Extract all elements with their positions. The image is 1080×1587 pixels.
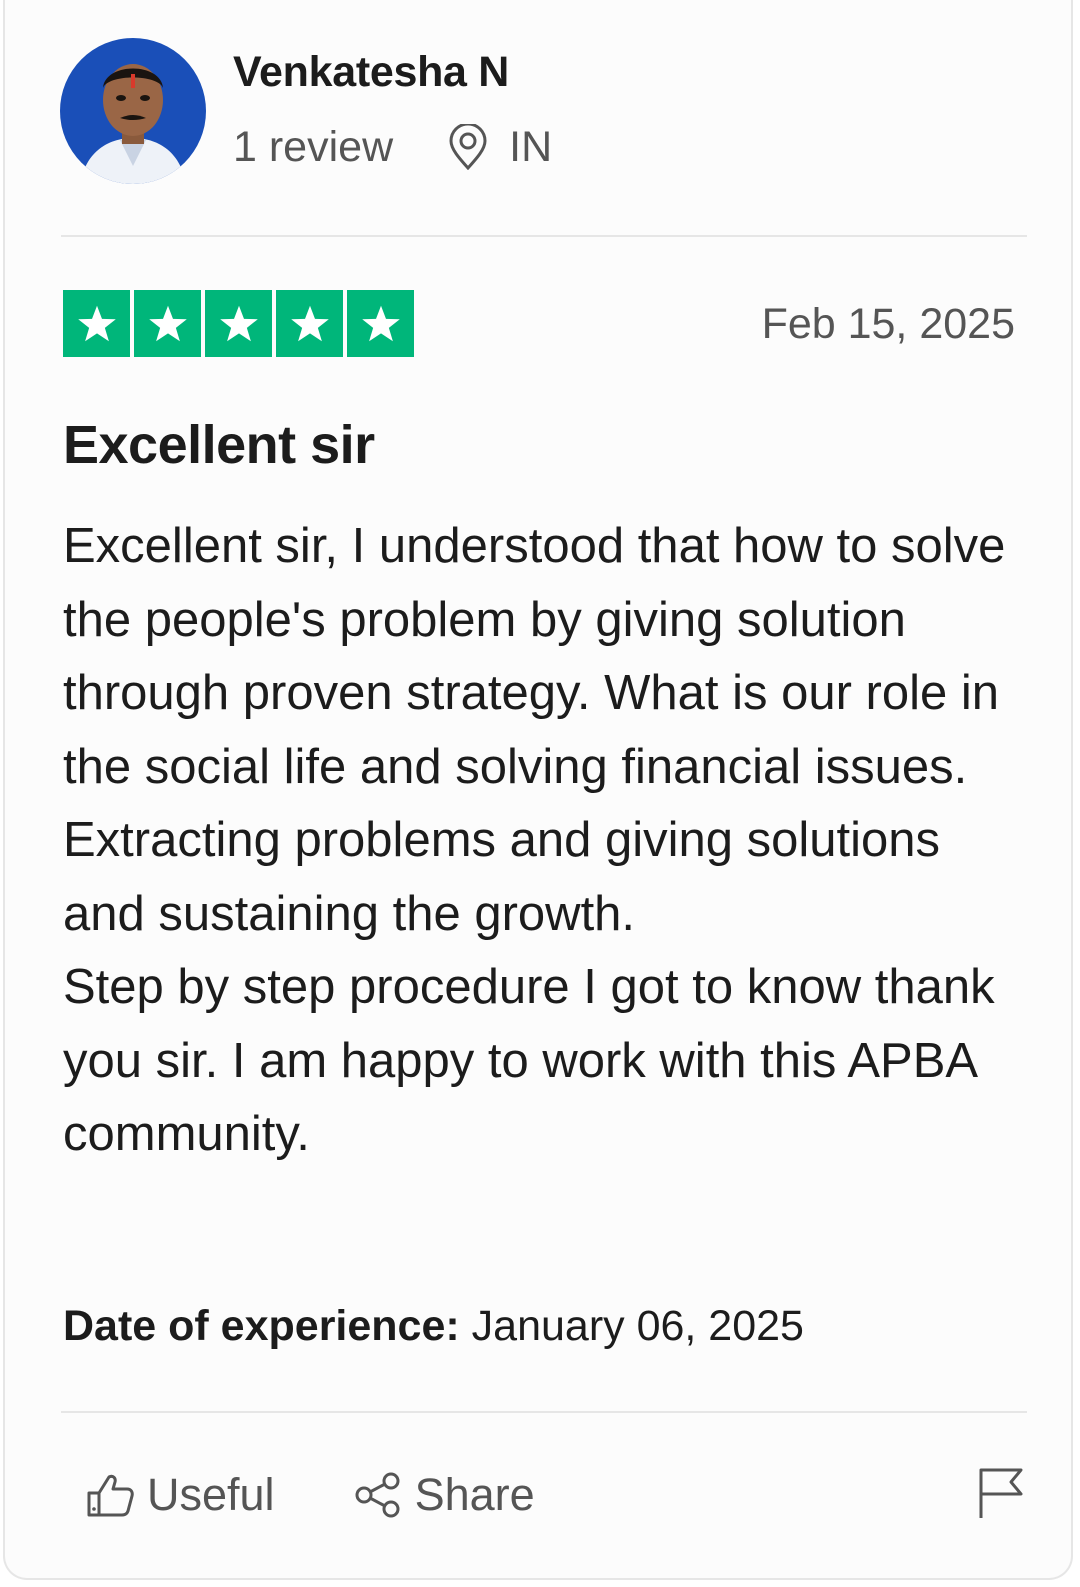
divider-top [61, 235, 1027, 237]
useful-label: Useful [147, 1469, 275, 1520]
review-title: Excellent sir [63, 415, 375, 475]
review-actions: Useful Share [85, 1465, 535, 1525]
review-date: Feb 15, 2025 [761, 300, 1015, 348]
useful-button[interactable]: Useful [85, 1469, 275, 1521]
divider-bottom [61, 1411, 1027, 1413]
report-button[interactable] [977, 1466, 1025, 1525]
share-button[interactable]: Share [353, 1469, 535, 1521]
review-body: Excellent sir, I understood that how to … [63, 510, 1023, 1172]
review-paragraph: Excellent sir, I understood that how to … [63, 519, 1006, 941]
reviewer-meta: 1 review IN [233, 122, 552, 172]
review-count: 1 review [233, 122, 394, 171]
star-icon [276, 290, 343, 357]
flag-icon [979, 1468, 1023, 1518]
share-label: Share [414, 1469, 535, 1520]
star-icon [347, 290, 414, 357]
review-paragraph: Step by step procedure I got to know tha… [63, 960, 995, 1161]
star-rating [63, 290, 414, 357]
avatar-photo [60, 38, 206, 184]
thumbs-up-icon [87, 1474, 134, 1517]
share-icon [355, 1472, 400, 1518]
map-pin-icon [449, 124, 487, 170]
star-icon [134, 290, 201, 357]
reviewer-location: IN [447, 123, 552, 172]
reviewer-name[interactable]: Venkatesha N [233, 48, 509, 97]
review-card: Venkatesha N 1 review IN Feb 15, 2025 Ex… [3, 0, 1073, 1580]
star-icon [205, 290, 272, 357]
date-of-experience: Date of experience: January 06, 2025 [63, 1302, 804, 1351]
experience-date: January 06, 2025 [471, 1302, 804, 1350]
avatar[interactable] [60, 38, 206, 184]
reviewer-country: IN [509, 122, 553, 171]
experience-label: Date of experience: [63, 1302, 460, 1350]
star-icon [63, 290, 130, 357]
